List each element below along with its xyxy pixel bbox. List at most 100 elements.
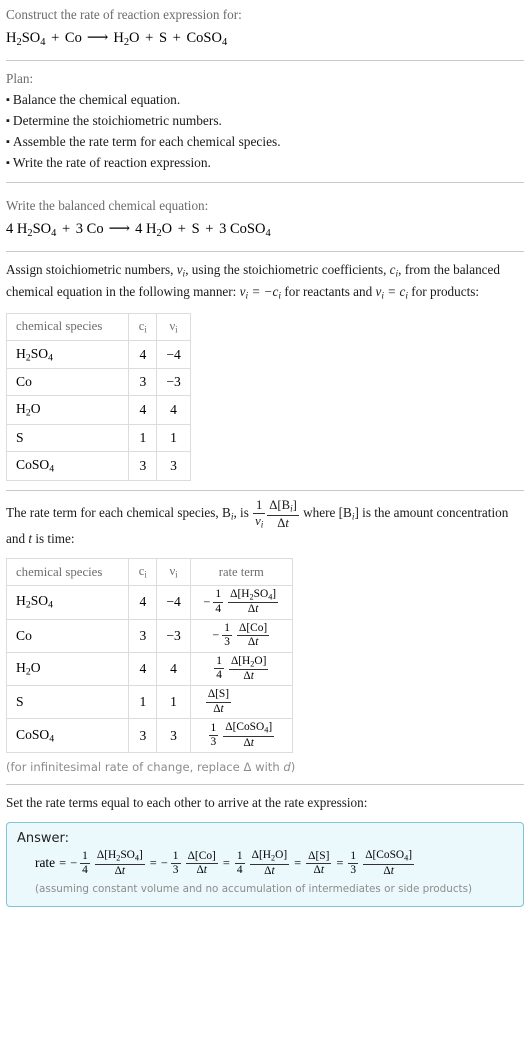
assign-section: Assign stoichiometric numbers, νi , using… [5, 252, 524, 481]
cell-species: S [5, 685, 130, 720]
rate-term-table: chemical species ci νi rate term H2SO4 4… [5, 558, 293, 754]
cell-species: H2O [5, 651, 130, 687]
cell-c: 4 [128, 584, 158, 620]
eq-product-h2o: H2O [113, 30, 140, 49]
rule-reactants: νi = −ci [239, 284, 282, 302]
cell-species: H2SO4 [5, 339, 130, 370]
cell-c: 4 [128, 395, 158, 426]
cell-nu: 3 [156, 451, 191, 481]
rate-expression: −1 3 Δ[Co] Δt [212, 622, 270, 649]
bal-reactant-h2so4: H2SO4 [16, 221, 57, 240]
answer-equation: rate = −1 4 Δ[H2SO4] Δt = −1 3 Δ[Co] Δt = 1 4 Δ[H2O… [17, 850, 513, 877]
rate-expression: 13 Δ[CoSO4] Δt [208, 722, 276, 749]
table-header-row: chemical species ci νi rate term [5, 558, 293, 586]
rate-term-footnote: (for infinitesimal rate of change, repla… [6, 760, 296, 775]
cell-c: 1 [128, 424, 158, 453]
rate-delta-frac: Δ[S] Δt [205, 688, 232, 715]
plan-section: Plan: ▪ Balance the chemical equation. ▪ D… [6, 61, 524, 173]
equals-sign: = [149, 856, 157, 871]
table-row: Co 3 −3 [5, 368, 191, 397]
plan-item-label: Balance the chemical equation. [12, 91, 181, 107]
cell-species: H2SO4 [5, 584, 130, 620]
bullet-icon: ▪ [6, 157, 10, 170]
assign-text-1: Assign stoichiometric numbers, [6, 261, 177, 277]
eq-plus: + [47, 30, 63, 47]
table-row: H2SO4 4 −4 [5, 339, 191, 370]
bal-reactant-co: Co [86, 221, 104, 238]
cell-rate-term: 13 Δ[CoSO4] Δt [189, 718, 293, 754]
cell-c: 4 [128, 339, 158, 370]
cell-nu: 3 [156, 718, 191, 754]
bal-product-h2o: H2O [145, 221, 173, 240]
rate-word: rate [35, 855, 56, 871]
plan-item: ▪ Write the rate of reaction expression. [6, 152, 524, 173]
final-intro: Set the rate terms equal to each other t… [6, 795, 368, 811]
reaction-arrow-icon: ⟶ [86, 30, 109, 47]
answer-delta-frac: Δ[H2SO4] Δt [94, 849, 145, 877]
stoichiometry-table: chemical species ci νi H2SO4 4 −4 Co 3 −… [5, 313, 191, 481]
eq-plus: + [141, 30, 157, 47]
final-section: Set the rate terms equal to each other t… [6, 785, 524, 907]
cell-nu: 4 [156, 651, 191, 687]
answer-coef-frac: 13 [348, 849, 359, 877]
rate-expression: Δ[S] Δt [205, 689, 232, 715]
rate-expression: 14 Δ[H2O] Δt [213, 655, 269, 683]
col-header-nu: νi [156, 313, 191, 341]
eq-plus: + [169, 30, 185, 47]
rate-expression: −1 4 Δ[H2SO4] Δt [203, 587, 280, 616]
cell-species: Co [5, 368, 130, 397]
rate-delta-frac: Δ[H2SO4] Δt [228, 587, 279, 616]
plan-item: ▪ Assemble the rate term for each chemica… [6, 131, 524, 152]
cell-nu: −3 [156, 368, 191, 397]
table-header-row: chemical species ci νi [5, 313, 191, 341]
coef-h2o: 4 [135, 221, 143, 238]
assign-text-5: for products: [408, 284, 480, 300]
table-row: H2SO4 4 −4 −1 4 Δ[H2SO4] Δt [5, 584, 293, 620]
answer-note: (assuming constant volume and no accumul… [35, 883, 473, 896]
prompt-label: Construct the rate of reaction expressio… [6, 7, 242, 22]
coef-co: 3 [75, 221, 84, 238]
rate-sign: − [203, 594, 211, 609]
answer-label: Answer: [17, 831, 70, 847]
c-i-symbol: ci [389, 261, 399, 280]
rate-coefficient-frac: 13 [208, 721, 219, 749]
cell-c: 3 [128, 618, 158, 653]
rate-term-paragraph: The rate term for each chemical species,… [6, 499, 524, 549]
answer-coef-frac: 14 [234, 849, 245, 877]
cell-c: 1 [128, 685, 158, 720]
bullet-icon: ▪ [6, 93, 10, 106]
bullet-icon: ▪ [6, 114, 10, 127]
page-root: Construct the rate of reaction expressio… [0, 0, 530, 907]
table-row: H2O 4 4 [5, 395, 191, 426]
rate-coefficient-frac: 14 [213, 588, 224, 615]
table-row: CoSO4 3 3 13 Δ[CoSO4] Δt [5, 718, 293, 754]
cell-nu: 1 [156, 424, 191, 453]
cell-nu: −4 [156, 584, 191, 620]
answer-sign: − [160, 856, 168, 871]
answer-delta-frac: Δ[Co] Δt [185, 849, 218, 877]
table-row: Co 3 −3 −1 3 Δ[Co] Δt [5, 618, 293, 653]
plan-item: ▪ Determine the stoichiometric numbers. [6, 110, 524, 131]
cell-nu: −4 [156, 339, 191, 370]
bullet-icon: ▪ [6, 135, 10, 148]
balanced-equation: 4 H2SO4 + 3 Co ⟶ 4 H2O + S + 3 CoSO4 [6, 215, 524, 242]
answer-coef-frac: 13 [170, 849, 181, 877]
cell-species: Co [5, 618, 130, 653]
reaction-arrow-icon: ⟶ [108, 221, 131, 238]
plan-item-label: Determine the stoichiometric numbers. [12, 112, 222, 128]
assign-text-2: , using the stoichiometric coefficients, [185, 261, 390, 277]
balanced-equation-section: Write the balanced chemical equation: 4 … [6, 183, 524, 242]
cell-rate-term: 14 Δ[H2O] Δt [189, 651, 293, 687]
cell-rate-term: Δ[S] Δt [189, 685, 293, 720]
cell-rate-term: −1 3 Δ[Co] Δt [189, 618, 293, 653]
rate-term-text-1: The rate term for each chemical species,… [6, 505, 253, 523]
coef-h2so4: 4 [6, 221, 14, 238]
rate-term-section: The rate term for each chemical species,… [5, 491, 524, 776]
cell-c: 3 [128, 368, 158, 397]
cell-species: CoSO4 [5, 718, 130, 754]
bal-product-s: S [191, 221, 200, 238]
col-header-species: chemical species [5, 558, 130, 586]
assign-paragraph: Assign stoichiometric numbers, νi, using… [6, 260, 524, 304]
table-row: H2O 4 4 14 Δ[H2O] Δt [5, 651, 293, 687]
cell-rate-term: −1 4 Δ[H2SO4] Δt [189, 584, 293, 620]
